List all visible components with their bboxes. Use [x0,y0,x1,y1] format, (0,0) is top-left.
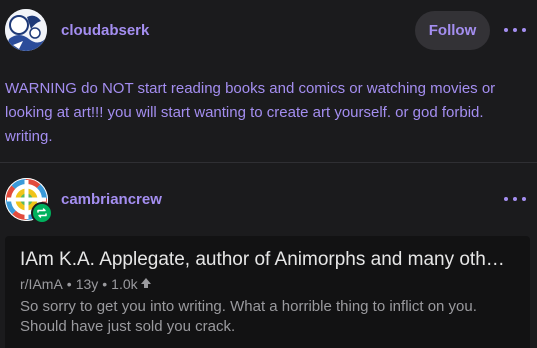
link-card[interactable]: IAm K.A. Applegate, author of Animorphs … [5,236,530,348]
post-age: 13y [75,276,99,292]
reblog-icon [31,202,53,224]
link-card-excerpt: So sorry to get you into writing. What a… [20,298,477,335]
subreddit-label: r/IAmA [20,276,63,292]
link-card-title[interactable]: IAm K.A. Applegate, author of Animorphs … [20,248,520,272]
post-author-username[interactable]: cloudabserk [61,22,149,40]
link-card-meta: r/IAmA • 13y • 1.0k [20,275,152,293]
post-header: cloudabserk Follow [0,0,537,62]
post-body-text: WARNING do NOT start reading books and c… [5,80,496,145]
follow-button[interactable]: Follow [415,11,490,50]
upvote-arrow-icon [140,275,152,293]
avatar[interactable] [5,9,47,51]
post-divider [0,162,537,163]
meta-separator: • [102,276,108,292]
ellipsis-icon[interactable] [504,23,526,37]
ellipsis-icon[interactable] [504,192,526,206]
score-value: 1.0k [111,276,138,292]
meta-separator: • [66,276,72,292]
tumblr-post: cloudabserk Follow WARNING do NOT start … [0,0,537,348]
reblog-author-username[interactable]: cambriancrew [61,191,162,209]
